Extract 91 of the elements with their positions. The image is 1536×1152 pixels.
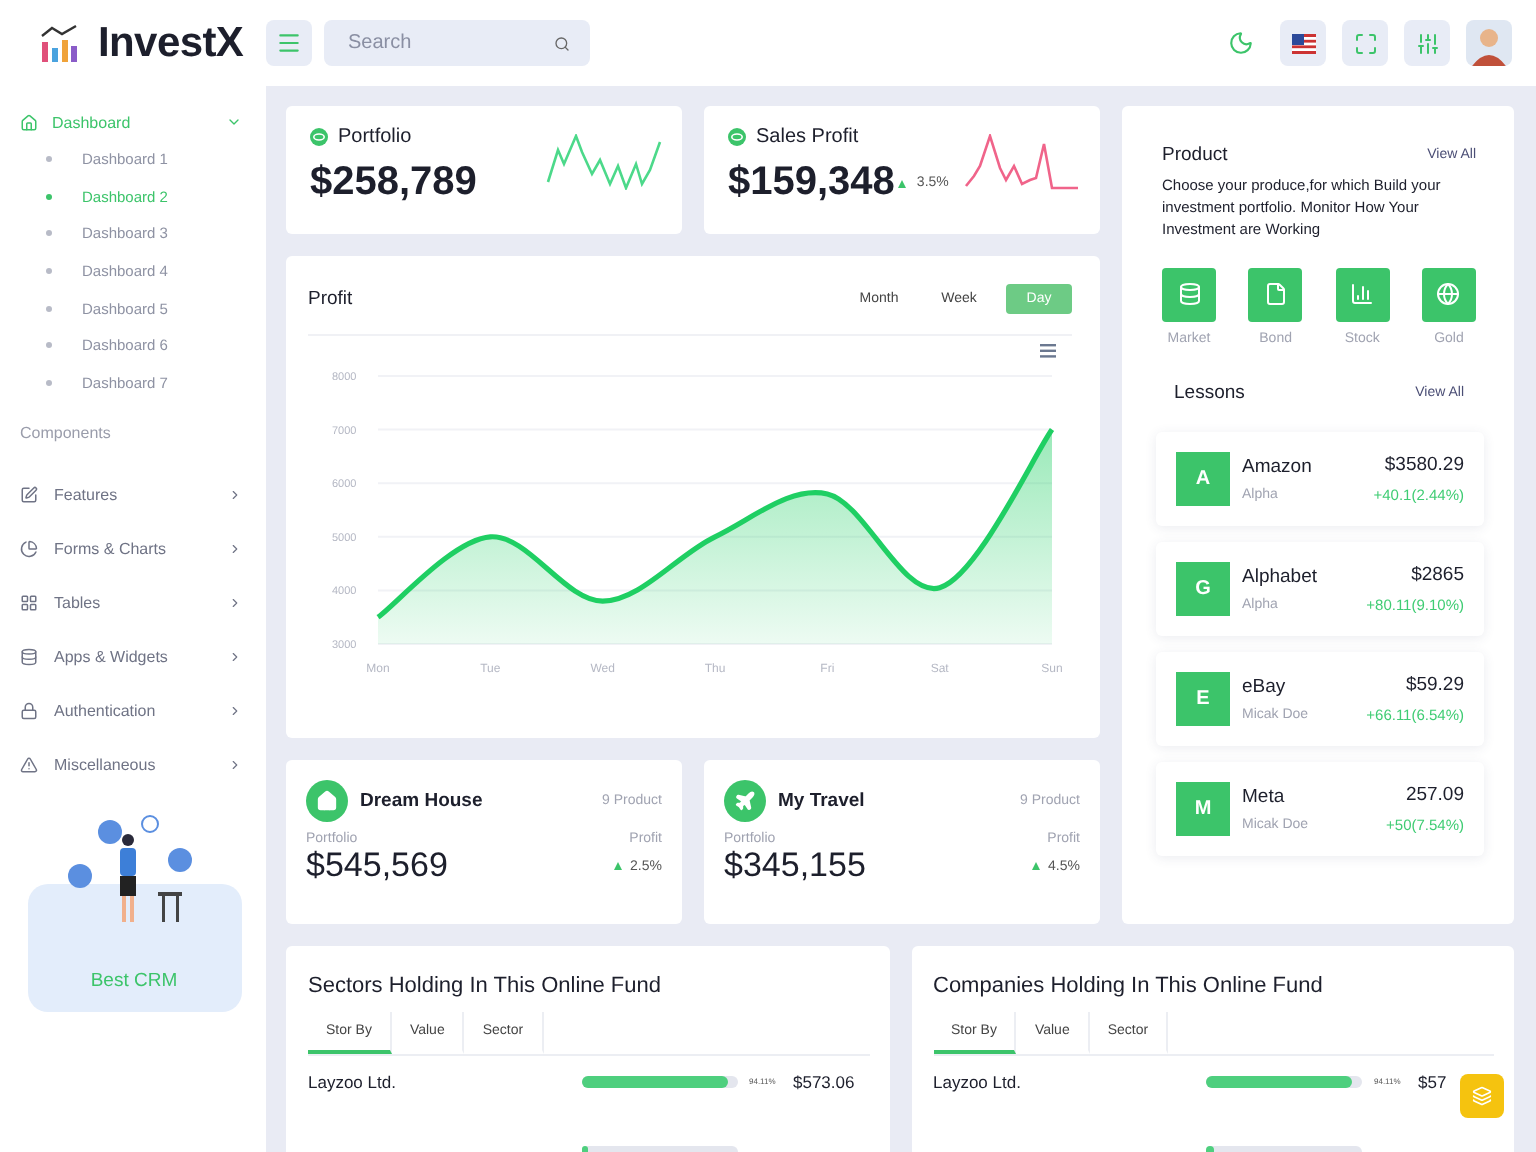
sidebar-item[interactable]: Tables bbox=[20, 575, 266, 630]
sidebar-item[interactable]: Miscellaneous bbox=[20, 737, 266, 792]
product-option-button[interactable] bbox=[1421, 267, 1476, 322]
chevron-right-icon bbox=[228, 649, 242, 664]
floating-action-button[interactable] bbox=[1460, 1074, 1504, 1118]
sidebar-item[interactable]: Features bbox=[20, 467, 266, 522]
flag-icon bbox=[1291, 33, 1315, 53]
fullscreen-icon bbox=[1353, 31, 1377, 55]
sidebar-item-label: Apps & Widgets bbox=[54, 647, 170, 666]
pie-chart-icon bbox=[20, 539, 38, 558]
home-icon bbox=[20, 113, 38, 131]
layers-icon bbox=[1472, 1086, 1492, 1106]
chevron-right-icon bbox=[228, 703, 242, 718]
search-input[interactable]: Search bbox=[344, 30, 554, 56]
eye-icon bbox=[728, 128, 746, 146]
stat-value: $159,348 bbox=[728, 160, 895, 206]
house-icon bbox=[316, 790, 338, 812]
product-option-button[interactable] bbox=[1162, 267, 1216, 322]
holding-name: Layzoo Ltd. bbox=[308, 1071, 396, 1091]
lesson-name: Meta bbox=[1242, 785, 1287, 808]
fullscreen-button[interactable] bbox=[1342, 20, 1388, 66]
chart-menu-icon[interactable] bbox=[1040, 344, 1056, 358]
product-option-button[interactable] bbox=[1335, 267, 1390, 322]
search-field[interactable]: Search bbox=[324, 20, 590, 66]
product-option-button[interactable] bbox=[1248, 267, 1303, 322]
menu-button[interactable] bbox=[266, 20, 312, 66]
lesson-name: Alphabet bbox=[1242, 565, 1320, 588]
goal-title: My Travel bbox=[778, 790, 867, 812]
up-arrow-icon bbox=[898, 179, 907, 187]
edit-icon bbox=[20, 485, 38, 504]
moon-icon bbox=[1228, 30, 1254, 56]
stat-value: $258,789 bbox=[310, 160, 477, 206]
grid-icon bbox=[20, 593, 38, 612]
card-title: Companies Holding In This Online Fund bbox=[933, 974, 1325, 998]
sidebar-item-label: Tables bbox=[54, 593, 103, 612]
sidebar-item[interactable]: Apps & Widgets bbox=[20, 629, 266, 684]
sliders-icon bbox=[1415, 31, 1439, 55]
language-button[interactable] bbox=[1280, 20, 1326, 66]
chevron-right-icon bbox=[228, 541, 242, 556]
up-arrow-icon bbox=[614, 862, 623, 870]
initial-avatar: E bbox=[1176, 671, 1230, 726]
document-icon bbox=[1263, 282, 1288, 307]
up-arrow-icon bbox=[1032, 862, 1041, 870]
sidebar-item-label: Miscellaneous bbox=[54, 755, 158, 774]
portfolio-value: $345,155 bbox=[724, 846, 866, 886]
section-heading: Components bbox=[20, 423, 113, 442]
card-title: Sectors Holding In This Online Fund bbox=[308, 974, 663, 998]
chevron-right-icon bbox=[228, 595, 242, 610]
lessons-title: Lessons bbox=[1174, 381, 1245, 404]
search-icon bbox=[554, 35, 570, 51]
promo-title: Best CRM bbox=[90, 969, 178, 992]
initial-avatar: A bbox=[1176, 451, 1230, 506]
sidebar-item[interactable]: Forms & Charts bbox=[20, 521, 266, 576]
lesson-price: $2865 bbox=[1409, 563, 1464, 586]
stat-title: Portfolio bbox=[338, 126, 412, 148]
bar-chart-icon bbox=[1350, 282, 1375, 307]
card-title: Profit bbox=[308, 288, 355, 310]
initial-avatar: G bbox=[1176, 561, 1230, 616]
holding-name: Layzoo Ltd. bbox=[933, 1071, 1021, 1091]
lesson-price: $59.29 bbox=[1403, 673, 1464, 696]
coins-icon bbox=[1177, 282, 1201, 307]
warning-icon bbox=[20, 755, 38, 774]
chevron-right-icon bbox=[228, 487, 242, 502]
airplane-icon bbox=[734, 790, 756, 812]
stat-title: Sales Profit bbox=[756, 126, 859, 148]
card-title: Product bbox=[1162, 144, 1228, 166]
lock-icon bbox=[20, 701, 38, 720]
sidebar-item-label: Authentication bbox=[54, 701, 158, 720]
goal-title: Dream House bbox=[360, 790, 485, 812]
lesson-price: $3580.29 bbox=[1382, 453, 1464, 476]
logo-icon bbox=[40, 23, 78, 63]
portfolio-value: $545,569 bbox=[306, 846, 448, 886]
user-avatar[interactable] bbox=[1466, 20, 1512, 66]
lesson-price: 257.09 bbox=[1403, 783, 1464, 806]
sidebar-item-label: Features bbox=[54, 485, 120, 504]
globe-icon bbox=[1436, 282, 1461, 307]
sidebar-item-label: Forms & Charts bbox=[54, 539, 169, 558]
chevron-right-icon bbox=[228, 757, 242, 772]
lesson-name: Amazon bbox=[1242, 455, 1314, 478]
lesson-name: eBay bbox=[1242, 675, 1288, 698]
settings-button[interactable] bbox=[1404, 20, 1450, 66]
sidebar-item[interactable]: Authentication bbox=[20, 683, 266, 738]
initial-avatar: M bbox=[1176, 781, 1230, 836]
database-icon bbox=[20, 647, 38, 666]
sidebar-item-label: Dashboard bbox=[52, 113, 133, 131]
holding-value: $57 bbox=[1418, 1071, 1447, 1091]
holding-value: $573.06 bbox=[793, 1071, 855, 1091]
app-logo-text: InvestX bbox=[98, 19, 244, 67]
eye-icon bbox=[310, 128, 328, 146]
chevron-down-icon bbox=[226, 114, 242, 130]
menu-icon bbox=[276, 30, 302, 56]
